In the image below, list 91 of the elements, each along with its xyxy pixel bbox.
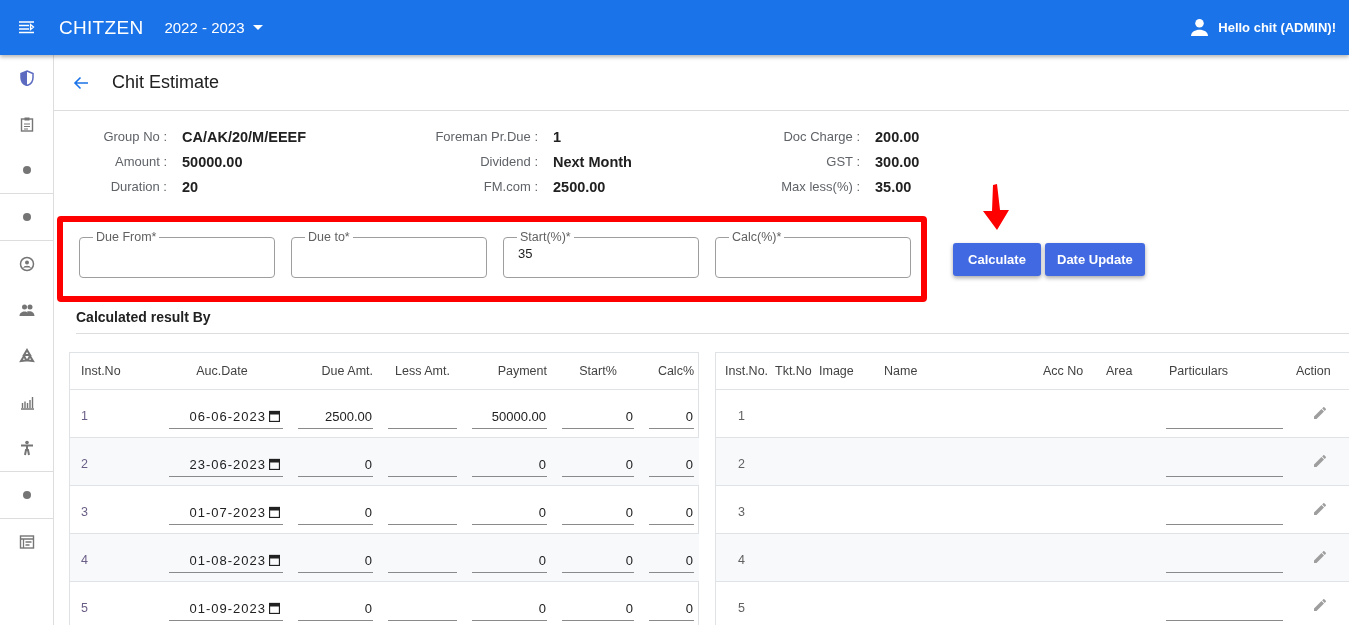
amount-field[interactable]: 0 xyxy=(298,596,373,621)
pencil-icon[interactable] xyxy=(1314,599,1326,611)
detail-value: 2500.00 xyxy=(552,178,607,196)
column-header: Name xyxy=(873,353,1033,390)
caret-icon xyxy=(252,25,263,30)
pencil-icon[interactable] xyxy=(1314,407,1326,419)
column-header: Area xyxy=(1097,353,1157,390)
people-icon[interactable] xyxy=(18,302,35,318)
row-number: 4 xyxy=(81,553,89,567)
row-number: 5 xyxy=(81,601,89,615)
column-header: Less Amt. xyxy=(381,353,464,390)
column-header: Payment xyxy=(464,353,554,390)
amount-field[interactable]: 0 xyxy=(562,404,634,429)
amount-field[interactable]: 50000.00 xyxy=(472,404,547,429)
column-header: Calc% xyxy=(642,353,699,390)
person-icon[interactable] xyxy=(1191,19,1209,36)
detail-value: 200.00 xyxy=(874,128,921,146)
page-title: Chit Estimate xyxy=(112,72,220,93)
column-header: Start% xyxy=(554,353,642,390)
input-field[interactable]: Calc(%)* xyxy=(715,230,911,278)
row-number: 1 xyxy=(737,409,746,423)
input-field[interactable]: Start(%)* 35 xyxy=(503,230,699,278)
date-field[interactable]: 01-09-2023 xyxy=(169,596,283,621)
amount-field[interactable]: 0 xyxy=(649,404,694,429)
clipboard-icon[interactable] xyxy=(18,116,35,132)
calendar-icon[interactable] xyxy=(269,506,280,518)
detail-label: Amount : xyxy=(113,153,167,171)
input-field[interactable]: Due From* xyxy=(79,230,275,278)
detail-value: 1 xyxy=(552,128,563,146)
amount-field[interactable]: 0 xyxy=(649,596,694,621)
column-header: Acc No xyxy=(1033,353,1097,390)
calendar-icon[interactable] xyxy=(269,602,280,614)
row-number: 3 xyxy=(81,505,89,519)
calendar-icon[interactable] xyxy=(269,458,280,470)
section-title: Calculated result By xyxy=(76,309,211,325)
calculate-button[interactable]: Calculate xyxy=(953,242,1041,276)
detail-label: Foreman Pr.Due : xyxy=(434,128,538,146)
column-header: Image xyxy=(816,353,873,390)
input-field[interactable]: Due to* xyxy=(291,230,487,278)
date-field[interactable]: 06-06-2023 xyxy=(169,404,283,429)
column-header: Tkt.No xyxy=(771,353,816,390)
column-header: Particulars xyxy=(1157,353,1290,390)
row-number: 4 xyxy=(737,553,746,567)
detail-value: CA/AK/20/M/EEEF xyxy=(181,128,308,146)
row-number: 3 xyxy=(737,505,746,519)
menu-icon[interactable] xyxy=(19,20,35,35)
detail-value: 300.00 xyxy=(874,153,921,171)
detail-label: Group No : xyxy=(102,128,167,146)
detail-label: Max less(%) : xyxy=(780,178,860,196)
pencil-icon[interactable] xyxy=(1314,455,1326,467)
back-arrow-icon[interactable] xyxy=(73,75,89,90)
amount-field[interactable]: 0 xyxy=(472,596,547,621)
detail-value: 35.00 xyxy=(874,178,913,196)
amount-field[interactable]: 0 xyxy=(649,500,694,525)
column-header: Inst.No xyxy=(70,353,158,390)
shield-icon[interactable] xyxy=(18,70,35,86)
detail-value: 50000.00 xyxy=(181,153,244,171)
pencil-icon[interactable] xyxy=(1314,503,1326,515)
app-title: CHITZEN xyxy=(59,16,144,39)
detail-label: Duration : xyxy=(109,178,167,196)
amount-field[interactable]: 0 xyxy=(472,500,547,525)
column-header: Auc.Date xyxy=(158,353,291,390)
amount-field[interactable]: 0 xyxy=(562,500,634,525)
date-field[interactable]: 01-07-2023 xyxy=(169,500,283,525)
account-circle-icon[interactable] xyxy=(18,256,35,272)
detail-value: 20 xyxy=(181,178,200,196)
pencil-icon[interactable] xyxy=(1314,551,1326,563)
accessibility-icon[interactable] xyxy=(18,440,35,456)
detail-value: Next Month xyxy=(552,153,633,171)
amount-field[interactable]: 0 xyxy=(298,500,373,525)
row-number: 2 xyxy=(737,457,746,471)
row-number: 1 xyxy=(81,409,89,423)
row-number: 2 xyxy=(81,457,89,471)
amount-field[interactable]: 0 xyxy=(562,596,634,621)
detail-label: GST : xyxy=(825,153,860,171)
detail-label: FM.com : xyxy=(482,178,538,196)
detail-label: Doc Charge : xyxy=(782,128,860,146)
calendar-icon[interactable] xyxy=(269,554,280,566)
update-button[interactable]: Date Update xyxy=(1045,242,1145,276)
row-number: 5 xyxy=(737,601,746,615)
table-icon[interactable] xyxy=(18,534,35,550)
user-greeting: Hello chit (ADMIN)! xyxy=(1218,20,1336,35)
year-selector[interactable]: 2022 - 2023 xyxy=(164,19,263,36)
amount-field[interactable]: 2500.00 xyxy=(298,404,373,429)
bar-chart-icon[interactable] xyxy=(18,394,35,410)
calendar-icon[interactable] xyxy=(269,410,280,422)
column-header: Inst.No. xyxy=(716,353,771,390)
detail-label: Dividend : xyxy=(479,153,538,171)
column-header: Due Amt. xyxy=(291,353,381,390)
down-arrow-icon xyxy=(980,182,1012,231)
column-header: Action xyxy=(1290,353,1349,390)
